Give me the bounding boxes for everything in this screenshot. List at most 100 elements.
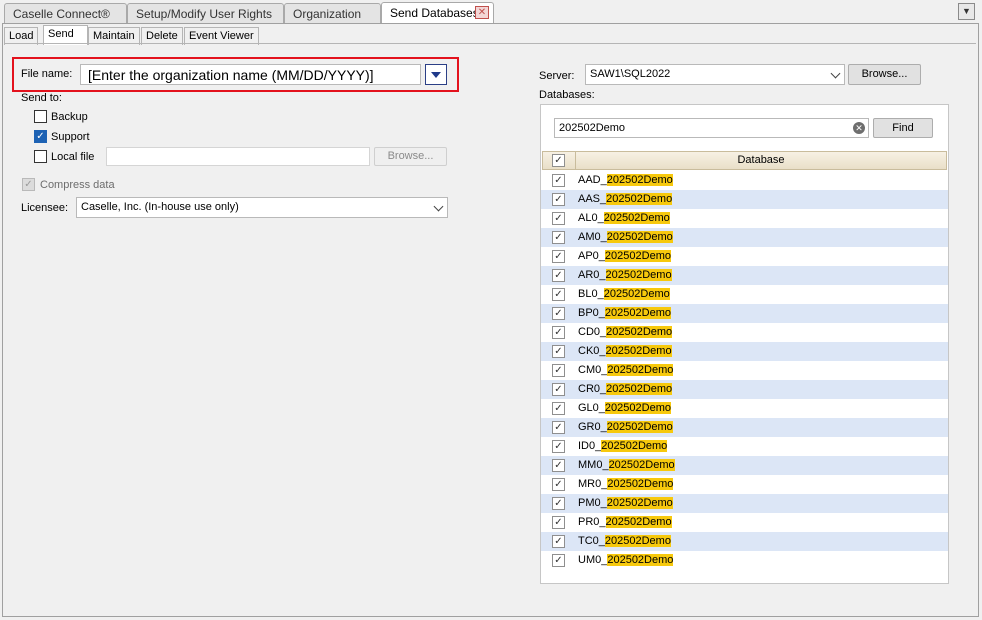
table-row[interactable]: ✓ TC0_202502Demo	[541, 532, 948, 551]
database-column-header[interactable]: Database	[576, 154, 946, 166]
database-name: PM0_202502Demo	[578, 497, 673, 509]
database-name: MM0_202502Demo	[578, 459, 675, 471]
find-button[interactable]: Find	[873, 118, 933, 138]
row-checkbox[interactable]: ✓	[552, 326, 565, 339]
local-file-browse-button[interactable]: Browse...	[374, 147, 447, 166]
row-checkbox[interactable]: ✓	[552, 250, 565, 263]
database-name: AL0_202502Demo	[578, 212, 670, 224]
row-checkbox[interactable]: ✓	[552, 174, 565, 187]
search-match-highlight: 202502Demo	[603, 212, 670, 224]
row-checkbox[interactable]: ✓	[552, 231, 565, 244]
database-name: AR0_202502Demo	[578, 269, 672, 281]
row-checkbox[interactable]: ✓	[552, 478, 565, 491]
database-prefix: MR0_	[578, 478, 608, 490]
row-checkbox[interactable]: ✓	[552, 497, 565, 510]
table-row[interactable]: ✓ MM0_202502Demo	[541, 456, 948, 475]
tab-list-dropdown-icon[interactable]: ▼	[958, 3, 975, 20]
row-checkbox[interactable]: ✓	[552, 383, 565, 396]
database-name: PR0_202502Demo	[578, 516, 672, 528]
file-name-label: File name:	[21, 68, 73, 80]
backup-checkbox[interactable]	[34, 110, 47, 123]
database-prefix: AAD_	[578, 174, 607, 186]
search-match-highlight: 202502Demo	[606, 383, 673, 395]
row-checkbox[interactable]: ✓	[552, 459, 565, 472]
database-prefix: ID0_	[578, 440, 602, 452]
row-checkbox[interactable]: ✓	[552, 402, 565, 415]
databases-label: Databases:	[539, 89, 595, 101]
row-checkbox[interactable]: ✓	[552, 307, 565, 320]
licensee-label: Licensee:	[21, 202, 69, 214]
compress-data-checkbox[interactable]: ✓	[22, 178, 35, 191]
row-checkbox[interactable]: ✓	[552, 516, 565, 529]
table-row[interactable]: ✓ PM0_202502Demo	[541, 494, 948, 513]
database-search-input[interactable]: 202502Demo	[554, 118, 869, 138]
table-row[interactable]: ✓ AL0_202502Demo	[541, 209, 948, 228]
row-checkbox[interactable]: ✓	[552, 288, 565, 301]
row-checkbox[interactable]: ✓	[552, 535, 565, 548]
database-name: ID0_202502Demo	[578, 440, 668, 452]
database-name: GR0_202502Demo	[578, 421, 673, 433]
table-row[interactable]: ✓ CK0_202502Demo	[541, 342, 948, 361]
backup-label: Backup	[51, 111, 88, 123]
table-row[interactable]: ✓ AP0_202502Demo	[541, 247, 948, 266]
table-row[interactable]: ✓ GR0_202502Demo	[541, 418, 948, 437]
chevron-down-icon	[830, 68, 841, 79]
licensee-select[interactable]: Caselle, Inc. (In-house use only)	[76, 197, 448, 218]
row-checkbox[interactable]: ✓	[552, 193, 565, 206]
database-name: AAD_202502Demo	[578, 174, 673, 186]
search-match-highlight: 202502Demo	[605, 269, 672, 281]
table-row[interactable]: ✓ GL0_202502Demo	[541, 399, 948, 418]
database-prefix: UM0_	[578, 554, 608, 566]
row-checkbox[interactable]: ✓	[552, 364, 565, 377]
table-row[interactable]: ✓ AAD_202502Demo	[541, 171, 948, 190]
table-row[interactable]: ✓ BL0_202502Demo	[541, 285, 948, 304]
table-row[interactable]: ✓ CM0_202502Demo	[541, 361, 948, 380]
server-browse-button[interactable]: Browse...	[848, 64, 921, 85]
table-row[interactable]: ✓ AR0_202502Demo	[541, 266, 948, 285]
subtab-send[interactable]: Send	[43, 25, 88, 45]
chevron-down-icon[interactable]	[425, 64, 447, 85]
search-match-highlight: 202502Demo	[607, 364, 674, 376]
database-prefix: CD0_	[578, 326, 607, 338]
row-checkbox[interactable]: ✓	[552, 269, 565, 282]
search-match-highlight: 202502Demo	[601, 440, 668, 452]
local-file-label: Local file	[51, 151, 95, 163]
server-select[interactable]: SAW1\SQL2022	[585, 64, 845, 85]
tab-caselle-connect[interactable]: Caselle Connect®	[4, 3, 127, 23]
database-name: CD0_202502Demo	[578, 326, 673, 338]
table-row[interactable]: ✓ PR0_202502Demo	[541, 513, 948, 532]
select-all-checkbox[interactable]: ✓	[552, 154, 565, 167]
database-prefix: GR0_	[578, 421, 607, 433]
table-row[interactable]: ✓ ID0_202502Demo	[541, 437, 948, 456]
file-name-input[interactable]: [Enter the organization name (MM/DD/YYYY…	[80, 64, 421, 85]
search-match-highlight: 202502Demo	[606, 326, 673, 338]
table-row[interactable]: ✓ UM0_202502Demo	[541, 551, 948, 570]
server-label: Server:	[539, 70, 575, 82]
database-prefix: TC0_	[578, 535, 605, 547]
clear-icon[interactable]: ✕	[853, 122, 865, 134]
table-row[interactable]: ✓ AAS_202502Demo	[541, 190, 948, 209]
support-checkbox[interactable]: ✓	[34, 130, 47, 143]
database-prefix: CM0_	[578, 364, 608, 376]
row-checkbox[interactable]: ✓	[552, 212, 565, 225]
tab-setup-modify-user-rights[interactable]: Setup/Modify User Rights	[127, 3, 284, 23]
close-icon[interactable]: ✕	[475, 6, 489, 19]
table-row[interactable]: ✓ CR0_202502Demo	[541, 380, 948, 399]
row-checkbox[interactable]: ✓	[552, 440, 565, 453]
table-row[interactable]: ✓ CD0_202502Demo	[541, 323, 948, 342]
local-file-path-input[interactable]	[106, 147, 370, 166]
database-name: CK0_202502Demo	[578, 345, 672, 357]
compress-data-label: Compress data	[40, 179, 115, 191]
table-row[interactable]: ✓ AM0_202502Demo	[541, 228, 948, 247]
local-file-checkbox[interactable]	[34, 150, 47, 163]
search-match-highlight: 202502Demo	[604, 535, 671, 547]
table-row[interactable]: ✓ BP0_202502Demo	[541, 304, 948, 323]
row-checkbox[interactable]: ✓	[552, 554, 565, 567]
database-name: AAS_202502Demo	[578, 193, 673, 205]
database-prefix: AAS_	[578, 193, 607, 205]
row-checkbox[interactable]: ✓	[552, 345, 565, 358]
database-name: AP0_202502Demo	[578, 250, 671, 262]
table-row[interactable]: ✓ MR0_202502Demo	[541, 475, 948, 494]
row-checkbox[interactable]: ✓	[552, 421, 565, 434]
tab-organization[interactable]: Organization	[284, 3, 381, 23]
